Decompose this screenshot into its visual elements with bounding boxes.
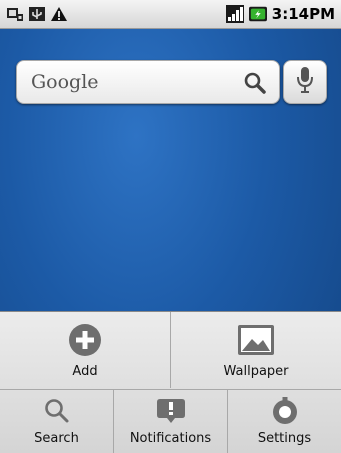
usb-debug-icon bbox=[6, 5, 24, 23]
options-menu: Add Wallpaper Search Notifications Setti… bbox=[0, 311, 341, 453]
voice-search-button[interactable] bbox=[283, 60, 327, 104]
usb-icon bbox=[28, 5, 46, 23]
menu-item-wallpaper[interactable]: Wallpaper bbox=[170, 312, 341, 388]
menu-label-add: Add bbox=[72, 364, 98, 379]
battery-charging-icon bbox=[248, 5, 267, 23]
warning-icon bbox=[50, 5, 68, 23]
menu-label-wallpaper: Wallpaper bbox=[223, 364, 289, 379]
menu-item-settings[interactable]: Settings bbox=[227, 390, 341, 453]
settings-icon bbox=[270, 396, 300, 426]
status-bar[interactable]: 3:14PM bbox=[0, 0, 341, 29]
menu-item-search[interactable]: Search bbox=[0, 390, 113, 453]
google-search-widget[interactable]: Google bbox=[16, 59, 331, 105]
status-time: 3:14PM bbox=[271, 5, 335, 23]
wallpaper-icon bbox=[237, 322, 275, 358]
search-icon bbox=[44, 396, 70, 426]
menu-item-add[interactable]: Add bbox=[0, 312, 170, 388]
menu-row-bottom: Search Notifications Settings bbox=[0, 389, 341, 453]
menu-label-search: Search bbox=[34, 431, 79, 446]
menu-label-notifications: Notifications bbox=[129, 431, 212, 446]
menu-label-settings: Settings bbox=[257, 431, 312, 446]
menu-item-notifications[interactable]: Notifications bbox=[113, 390, 227, 453]
search-icon[interactable] bbox=[243, 71, 267, 99]
menu-row-top: Add Wallpaper bbox=[0, 312, 341, 388]
microphone-icon bbox=[296, 66, 314, 98]
add-icon bbox=[68, 322, 102, 358]
google-label: Google bbox=[31, 71, 99, 93]
home-screen: 3:14PM Google Add Wallpaper Search Notif… bbox=[0, 0, 341, 453]
notifications-icon bbox=[156, 396, 186, 426]
search-field[interactable]: Google bbox=[16, 60, 280, 104]
signal-icon bbox=[225, 5, 244, 23]
